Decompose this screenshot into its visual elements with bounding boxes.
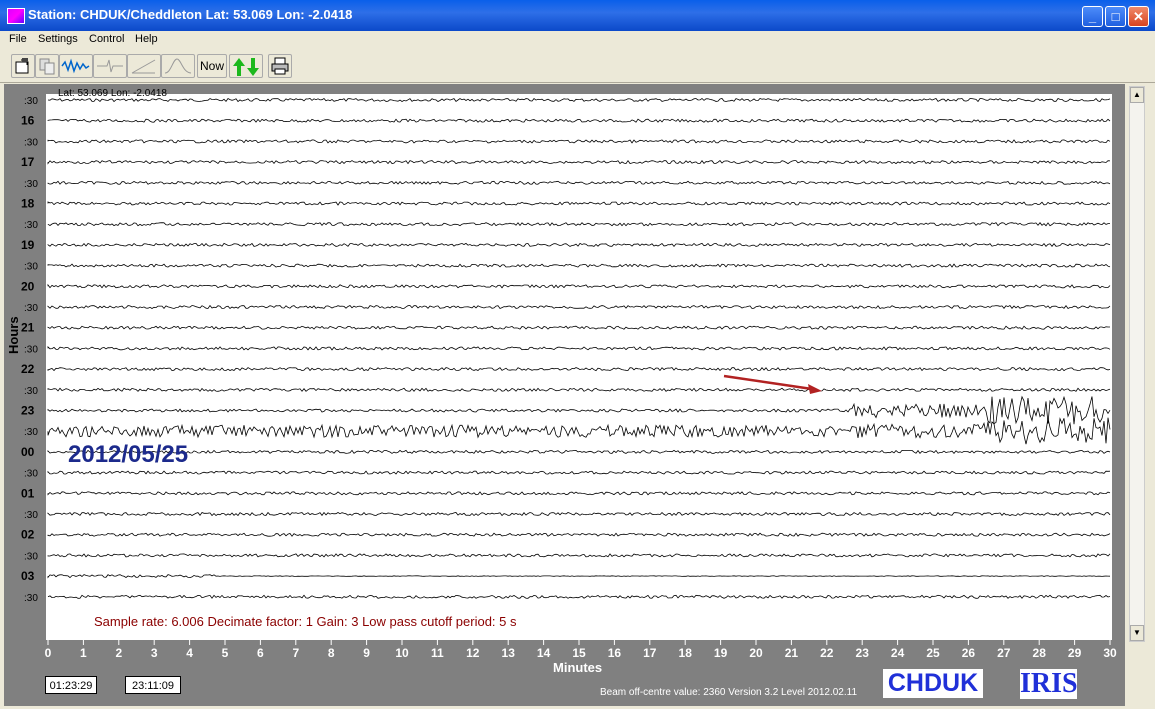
row-label: :30 bbox=[24, 386, 38, 397]
row-label-group: :30 16 :30 17 :30 18 :30 19 :30 20 :30 21 :30 22 :30 23… bbox=[21, 96, 38, 604]
x-tick-label: 7 bbox=[292, 646, 299, 660]
plot-area bbox=[46, 94, 1112, 640]
x-tick-label: 22 bbox=[820, 646, 834, 660]
station-logo: CHDUK bbox=[883, 669, 983, 698]
x-tick-label: 18 bbox=[679, 646, 693, 660]
row-label: 23 bbox=[21, 404, 35, 418]
menu-bar: File Settings Control Help bbox=[0, 31, 1155, 50]
menu-control[interactable]: Control bbox=[89, 33, 124, 45]
row-label: :30 bbox=[24, 427, 38, 438]
row-label: :30 bbox=[24, 137, 38, 148]
waveform-icon[interactable] bbox=[59, 54, 93, 78]
iris-logo: IRIS bbox=[1020, 668, 1078, 699]
time-field-right[interactable]: 23:11:09 bbox=[125, 676, 181, 694]
x-tick-label: 17 bbox=[643, 646, 657, 660]
x-tick-label: 30 bbox=[1103, 646, 1117, 660]
gain-icon[interactable] bbox=[127, 54, 161, 78]
x-tick-label: 16 bbox=[608, 646, 622, 660]
x-tick-label: 11 bbox=[431, 646, 444, 660]
x-tick-label: 4 bbox=[186, 646, 193, 660]
x-tick-label: 26 bbox=[962, 646, 976, 660]
toolbar: Now bbox=[0, 52, 1155, 83]
x-tick-label: 14 bbox=[537, 646, 551, 660]
row-label: 20 bbox=[21, 279, 35, 293]
x-tick-group: 0 1 2 3 4 5 6 7 8 9 10 11 12 13 14 15 16 17 18 19 20 21 22 23 24… bbox=[45, 640, 1117, 660]
x-tick-label: 8 bbox=[328, 646, 335, 660]
row-label: 22 bbox=[21, 362, 35, 376]
y-axis-title: Hours bbox=[6, 316, 21, 354]
x-tick-label: 9 bbox=[363, 646, 370, 660]
x-tick-label: 27 bbox=[997, 646, 1011, 660]
row-label: :30 bbox=[24, 551, 38, 562]
row-label: :30 bbox=[24, 344, 38, 355]
helicorder-panel: :30 16:30 17:30 18:30 19:30 20:30 21:30 22:30 23… bbox=[4, 84, 1125, 706]
row-label: 16 bbox=[21, 114, 35, 128]
x-tick-label: 29 bbox=[1068, 646, 1082, 660]
row-label: :30 bbox=[24, 303, 38, 314]
scroll-down-icon[interactable]: ▼ bbox=[1130, 625, 1144, 641]
row-label: 18 bbox=[21, 197, 35, 211]
maximize-button[interactable]: □ bbox=[1105, 6, 1126, 27]
helicorder-chart: :3016:3017:3018:3019:3020:3021:3022:3023… bbox=[6, 88, 1117, 675]
vertical-scrollbar[interactable]: ▲ ▼ bbox=[1129, 86, 1145, 642]
row-label: :30 bbox=[24, 96, 38, 107]
x-tick-label: 10 bbox=[395, 646, 409, 660]
row-label: :30 bbox=[24, 469, 38, 480]
row-label: :30 bbox=[24, 593, 38, 604]
date-label: 2012/05/25 bbox=[68, 441, 188, 468]
menu-file[interactable]: File bbox=[9, 33, 27, 45]
menu-settings[interactable]: Settings bbox=[38, 33, 78, 45]
x-tick-label: 0 bbox=[45, 646, 52, 660]
x-tick-label: 20 bbox=[749, 646, 763, 660]
row-label: :30 bbox=[24, 220, 38, 231]
beam-status: Beam off-centre value: 2360 Version 3.2 … bbox=[600, 687, 858, 698]
plot-header: Lat: 53.069 Lon: -2.0418 bbox=[58, 88, 167, 99]
row-label: 19 bbox=[21, 238, 35, 252]
open-file-icon[interactable] bbox=[11, 54, 35, 78]
close-button[interactable]: ✕ bbox=[1128, 6, 1149, 27]
scroll-up-icon[interactable]: ▲ bbox=[1130, 87, 1144, 103]
x-tick-label: 12 bbox=[466, 646, 480, 660]
window-title: Station: CHDUK/Cheddleton Lat: 53.069 Lo… bbox=[28, 7, 353, 22]
print-icon[interactable] bbox=[268, 54, 292, 78]
x-tick-label: 15 bbox=[572, 646, 586, 660]
x-tick-label: 19 bbox=[714, 646, 728, 660]
row-label: 17 bbox=[21, 155, 35, 169]
copy-icon[interactable] bbox=[35, 54, 59, 78]
now-button[interactable]: Now bbox=[197, 54, 227, 78]
x-tick-label: 2 bbox=[115, 646, 122, 660]
arrows-updown-icon[interactable] bbox=[229, 54, 263, 78]
x-tick-label: 23 bbox=[856, 646, 870, 660]
spectrum-icon[interactable] bbox=[161, 54, 195, 78]
x-axis-title: Minutes bbox=[553, 660, 602, 675]
row-label: :30 bbox=[24, 179, 38, 190]
x-tick-label: 5 bbox=[222, 646, 229, 660]
row-label: 00 bbox=[21, 445, 35, 459]
row-label: 21 bbox=[21, 321, 35, 335]
filter-icon[interactable] bbox=[93, 54, 127, 78]
row-label: 02 bbox=[21, 528, 35, 542]
app-icon bbox=[7, 8, 25, 24]
x-tick-label: 25 bbox=[926, 646, 940, 660]
title-bar: Station: CHDUK/Cheddleton Lat: 53.069 Lo… bbox=[0, 0, 1155, 31]
row-label: 01 bbox=[21, 486, 35, 500]
row-label: :30 bbox=[24, 510, 38, 521]
x-tick-label: 1 bbox=[80, 646, 87, 660]
time-field-left[interactable]: 01:23:29 bbox=[45, 676, 97, 694]
menu-help[interactable]: Help bbox=[135, 33, 158, 45]
x-tick-label: 6 bbox=[257, 646, 264, 660]
row-label: :30 bbox=[24, 262, 38, 273]
x-tick-label: 3 bbox=[151, 646, 158, 660]
x-tick-label: 13 bbox=[502, 646, 516, 660]
x-tick-label: 28 bbox=[1033, 646, 1047, 660]
row-label: 03 bbox=[21, 569, 35, 583]
minimize-button[interactable]: _ bbox=[1082, 6, 1103, 27]
info-line: Sample rate: 6.006 Decimate factor: 1 Ga… bbox=[94, 614, 517, 629]
x-tick-label: 24 bbox=[891, 646, 905, 660]
x-tick-label: 21 bbox=[785, 646, 799, 660]
